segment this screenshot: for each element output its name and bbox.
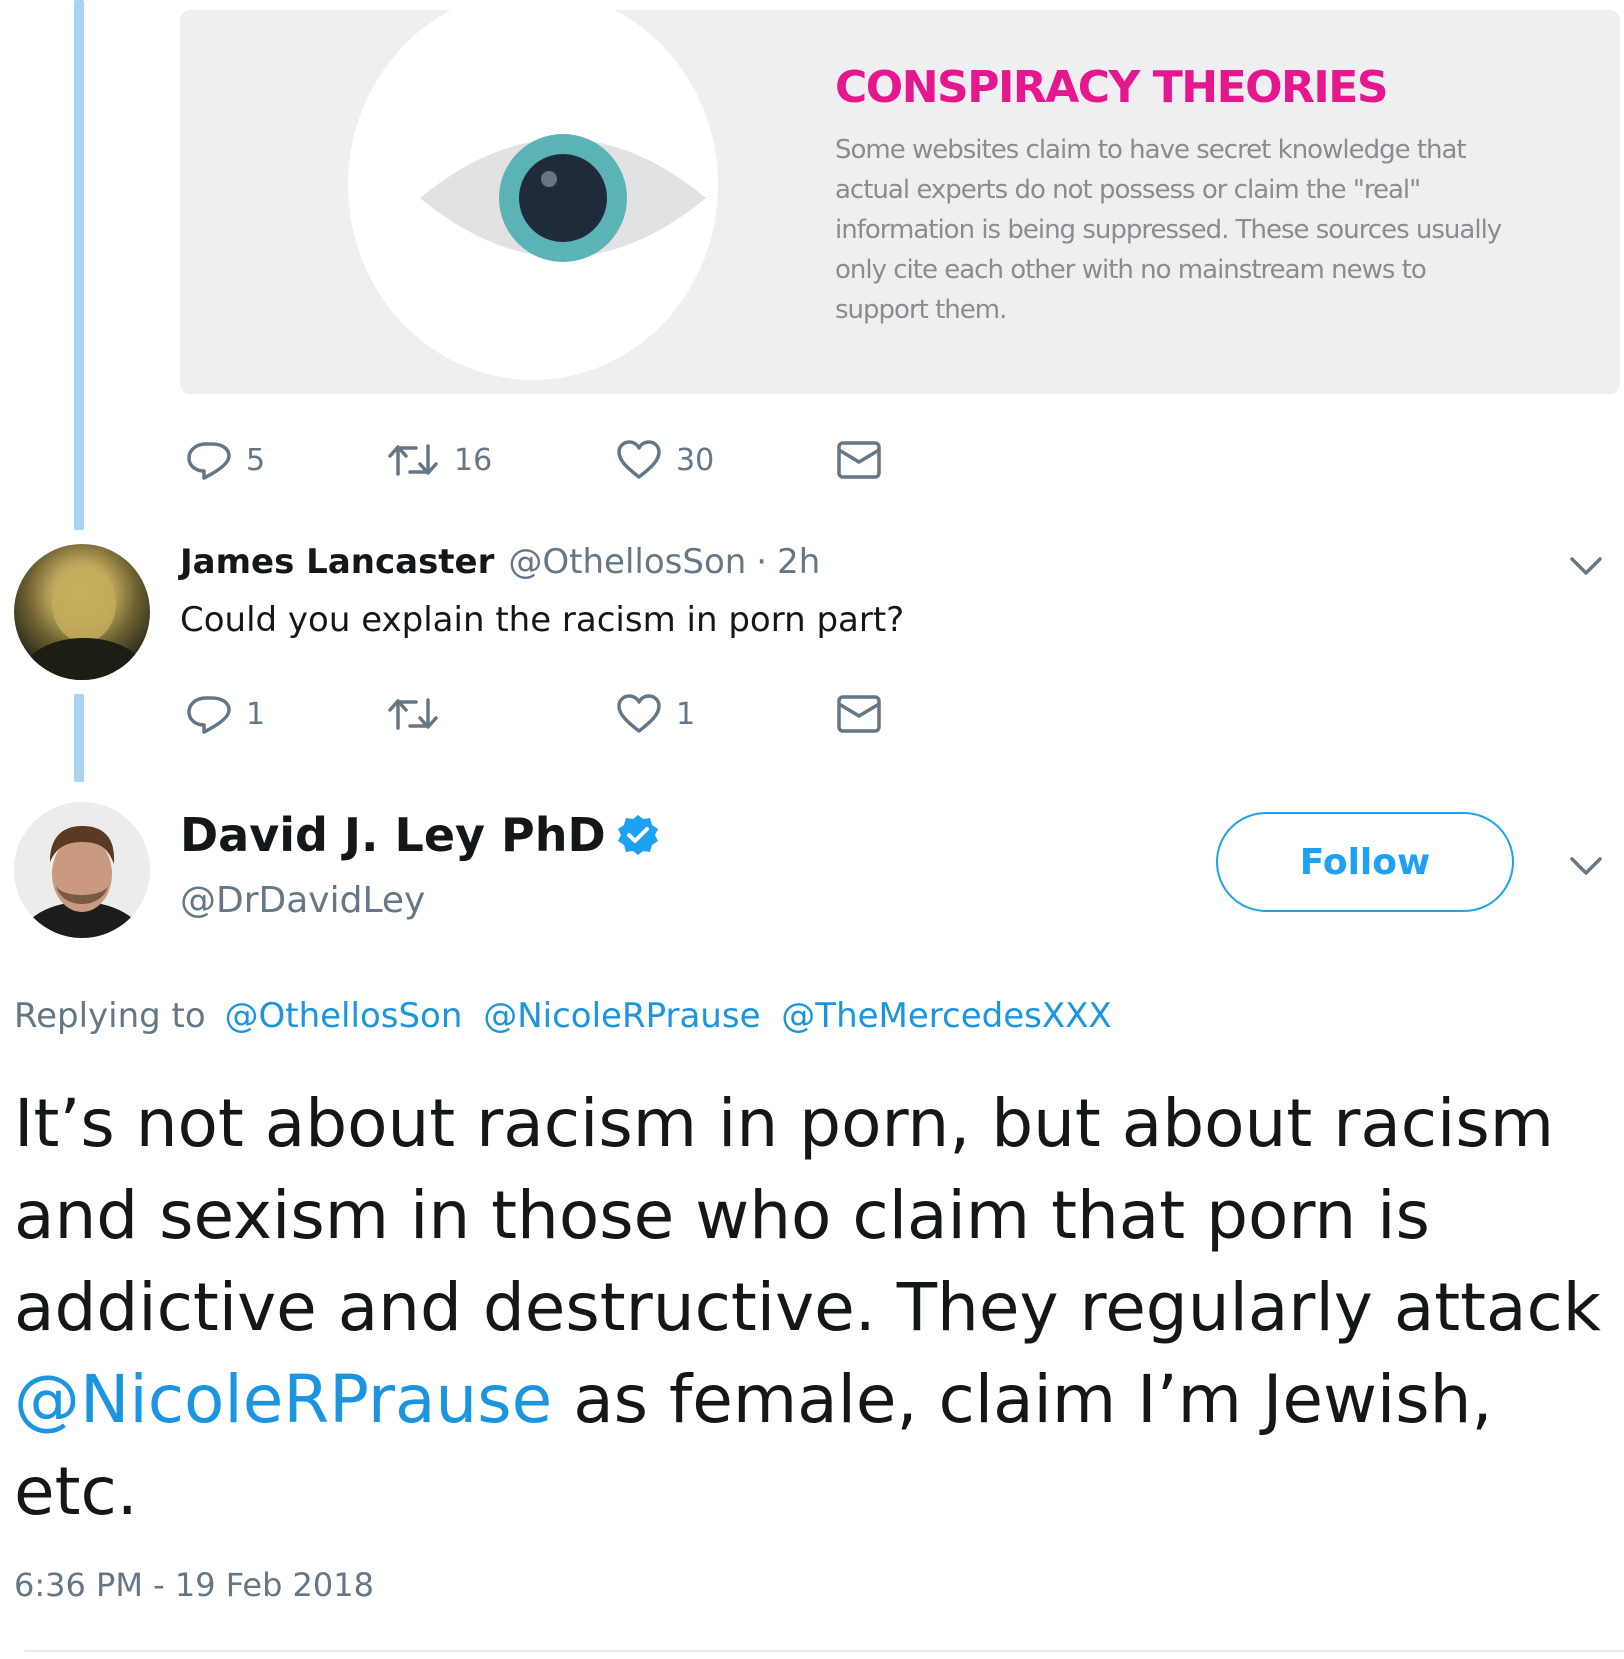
replying-to-line: Replying to @OthellosSon @NicoleRPrause … — [14, 996, 1112, 1036]
reply-time[interactable]: 2h — [777, 542, 820, 582]
like-count: 1 — [676, 696, 696, 732]
reply-count: 1 — [246, 696, 266, 732]
tweet-text-part: It’s not about racism in porn, but about… — [14, 1085, 1601, 1346]
avatar-image — [24, 566, 144, 680]
author-handle[interactable]: @DrDavidLey — [180, 880, 425, 921]
avatar-david-ley[interactable] — [14, 802, 150, 938]
retweet-button[interactable]: 16 — [386, 438, 492, 482]
like-count: 30 — [676, 442, 715, 478]
direct-message-icon — [837, 695, 881, 733]
mention-link[interactable]: @OthellosSon — [225, 996, 463, 1036]
link-preview-card[interactable]: CONSPIRACY THEORIES Some websites claim … — [180, 10, 1620, 394]
reply-separator: · — [756, 542, 768, 582]
direct-message-button[interactable] — [836, 692, 882, 736]
tweet-timestamp[interactable]: 6:36 PM - 19 Feb 2018 — [14, 1566, 374, 1604]
mention-link[interactable]: @NicoleRPrause — [14, 1361, 552, 1438]
thread-line-middle — [74, 694, 84, 782]
chevron-down-icon[interactable] — [1568, 554, 1604, 578]
thread-line-top — [74, 0, 84, 530]
reply-author-line: James Lancaster @OthellosSon · 2h — [180, 542, 820, 582]
like-button[interactable]: 1 — [616, 692, 695, 736]
eye-icon — [420, 134, 706, 262]
reply-author-handle[interactable]: @OthellosSon — [508, 542, 746, 582]
retweet-icon — [388, 698, 438, 730]
reply-icon — [187, 696, 231, 734]
verified-badge-icon — [617, 815, 658, 855]
card-description: Some websites claim to have secret knowl… — [835, 135, 1502, 325]
avatar-image — [14, 802, 150, 938]
tweet-text: It’s not about racism in porn, but about… — [14, 1078, 1614, 1538]
mention-link[interactable]: @NicoleRPrause — [483, 996, 760, 1036]
replying-to-label: Replying to — [14, 996, 206, 1036]
reply-icon — [187, 442, 231, 480]
reply-button[interactable]: 5 — [186, 438, 265, 482]
divider — [24, 1650, 1624, 1652]
retweet-button[interactable] — [386, 692, 454, 736]
avatar-james-lancaster[interactable] — [14, 544, 150, 680]
like-icon — [617, 440, 661, 479]
reply-text: Could you explain the racism in porn par… — [180, 600, 905, 640]
mention-link[interactable]: @TheMercedesXXX — [781, 996, 1111, 1036]
direct-message-button[interactable] — [836, 438, 882, 482]
reply-author-name[interactable]: James Lancaster — [180, 542, 494, 582]
reply-count: 5 — [246, 442, 266, 478]
direct-message-icon — [837, 441, 881, 479]
reply-button[interactable]: 1 — [186, 692, 265, 736]
retweet-count: 16 — [454, 442, 493, 478]
like-button[interactable]: 30 — [616, 438, 714, 482]
like-icon — [617, 694, 661, 733]
card-title: CONSPIRACY THEORIES — [835, 62, 1389, 113]
retweet-icon — [388, 444, 438, 476]
author-name-line: David J. Ley PhD — [180, 808, 660, 862]
follow-button[interactable]: Follow — [1216, 812, 1514, 912]
author-name[interactable]: David J. Ley PhD — [180, 808, 606, 862]
chevron-down-icon[interactable] — [1568, 854, 1604, 878]
